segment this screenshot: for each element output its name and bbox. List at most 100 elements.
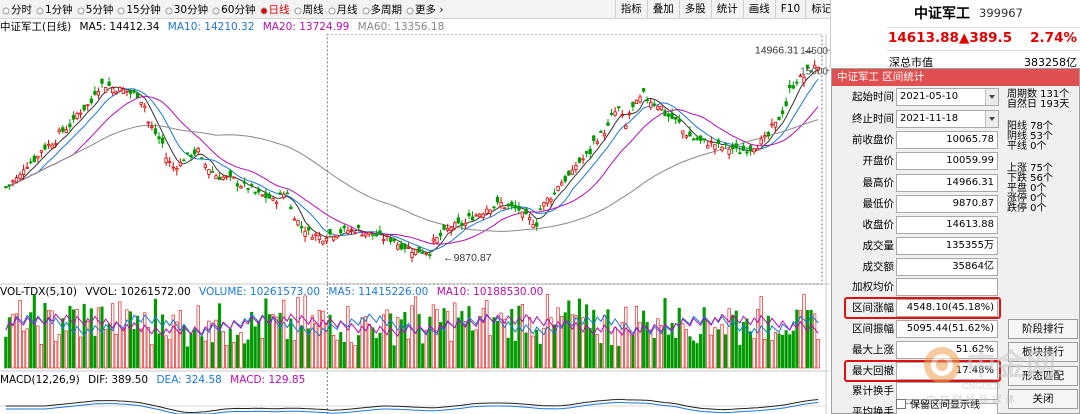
volume-bar xyxy=(332,335,336,369)
volume-bar xyxy=(364,316,368,369)
candle xyxy=(217,176,222,180)
tab-2[interactable]: 5分钟 xyxy=(77,2,118,17)
volume-bar xyxy=(221,331,225,369)
candle xyxy=(531,224,535,228)
field-value: 14613.88 xyxy=(896,216,998,234)
candle xyxy=(538,208,542,211)
candle xyxy=(285,192,289,195)
volume-bar xyxy=(310,315,314,369)
volume-bar xyxy=(424,330,428,369)
candle xyxy=(135,93,140,98)
dropdown-arrow-icon[interactable] xyxy=(985,89,998,105)
volume-bar xyxy=(139,328,143,369)
tab-4[interactable]: 30分钟 xyxy=(165,2,212,17)
field-value-text: 10059.99 xyxy=(946,155,994,166)
candle xyxy=(574,164,578,170)
tab-5[interactable]: 60分钟 xyxy=(212,2,259,17)
volume-bar xyxy=(709,334,713,369)
candle xyxy=(624,125,628,129)
candle xyxy=(695,137,699,141)
tab-6[interactable]: 日线 xyxy=(260,2,294,17)
tool-button-0[interactable]: 指标 xyxy=(614,0,647,19)
tab-7[interactable]: 周线 xyxy=(294,2,328,17)
interval-stat: 跌停 0个 xyxy=(1007,203,1047,214)
volume-bar xyxy=(485,300,489,369)
candle xyxy=(307,227,311,231)
candle xyxy=(246,187,250,190)
candle xyxy=(478,213,482,218)
field-row: 终止时间 2021-11-18 xyxy=(832,109,1002,130)
candle xyxy=(445,227,450,231)
kline-chart[interactable]: 14966.31 ←9870.87 15000 14500 xyxy=(0,34,830,414)
candle xyxy=(50,144,54,149)
candle xyxy=(61,127,65,132)
dropdown-arrow-icon[interactable] xyxy=(985,111,998,127)
candle xyxy=(317,235,322,240)
field-value-text: 14613.88 xyxy=(946,219,994,230)
tab-radio-icon xyxy=(36,6,44,14)
volume-bar xyxy=(381,314,386,369)
field-row: 成交额 35864亿 xyxy=(832,257,1002,278)
field-label: 平均换手 xyxy=(852,406,894,414)
candle xyxy=(349,228,354,231)
volume-bar xyxy=(289,318,293,369)
candle xyxy=(346,230,350,234)
tab-radio-icon xyxy=(212,6,220,14)
tool-button-2[interactable]: 多股 xyxy=(678,0,711,19)
candle xyxy=(371,234,375,237)
volume-bar xyxy=(406,338,410,369)
tool-button-4[interactable]: 画线 xyxy=(742,0,775,19)
volume-bar xyxy=(196,305,200,369)
candle xyxy=(310,236,314,240)
tab-0[interactable]: 分时 xyxy=(2,2,36,17)
candle xyxy=(410,252,414,258)
volume-bar xyxy=(314,323,318,369)
volume-bar xyxy=(528,316,532,369)
candle xyxy=(406,246,411,249)
volume-bar xyxy=(545,294,549,369)
candle xyxy=(82,104,86,111)
candle xyxy=(207,169,211,175)
tab-1[interactable]: 1分钟 xyxy=(36,2,77,17)
tab-9[interactable]: 多周期 xyxy=(362,2,407,17)
tab-10[interactable]: 更多 › xyxy=(406,2,448,17)
volume-bar xyxy=(784,330,788,369)
candle xyxy=(200,157,204,160)
field-row: 开盘价 10059.99 xyxy=(832,151,1002,172)
volume-bar xyxy=(260,337,264,369)
tool-button-3[interactable]: 统计 xyxy=(710,0,743,19)
candle xyxy=(342,225,346,229)
tool-button-1[interactable]: 叠加 xyxy=(646,0,679,19)
volume-bar xyxy=(727,308,731,369)
candle xyxy=(331,235,336,241)
candle xyxy=(438,232,443,237)
candle xyxy=(71,115,76,120)
tab-8[interactable]: 月线 xyxy=(328,2,362,17)
candle xyxy=(463,222,468,226)
candle xyxy=(470,216,475,221)
volume-bar xyxy=(706,321,710,369)
volume-bar xyxy=(189,333,193,369)
field-value: 14966.31 xyxy=(896,174,998,192)
field-label: 收盘价 xyxy=(862,219,895,231)
date-picker[interactable]: 2021-05-10 xyxy=(896,88,999,106)
date-picker[interactable]: 2021-11-18 xyxy=(896,110,999,128)
volume-bar xyxy=(93,335,97,369)
volume-bar xyxy=(788,334,792,369)
candle xyxy=(182,159,186,162)
candle xyxy=(588,148,592,155)
volume-bar xyxy=(642,310,646,369)
volume-bar xyxy=(567,300,571,369)
candle xyxy=(691,138,696,141)
field-row: 前收盘价 10065.78 xyxy=(832,130,1002,151)
volume-bar xyxy=(68,305,72,369)
candle xyxy=(741,145,746,151)
volume-bar xyxy=(385,309,389,369)
candle xyxy=(7,184,11,187)
keep-interval-checkbox[interactable] xyxy=(896,398,906,409)
tab-3[interactable]: 15分钟 xyxy=(117,2,164,17)
candle xyxy=(271,198,275,201)
volume-bar xyxy=(164,335,168,369)
tool-button-5[interactable]: F10 xyxy=(774,0,805,19)
candle xyxy=(634,99,639,105)
